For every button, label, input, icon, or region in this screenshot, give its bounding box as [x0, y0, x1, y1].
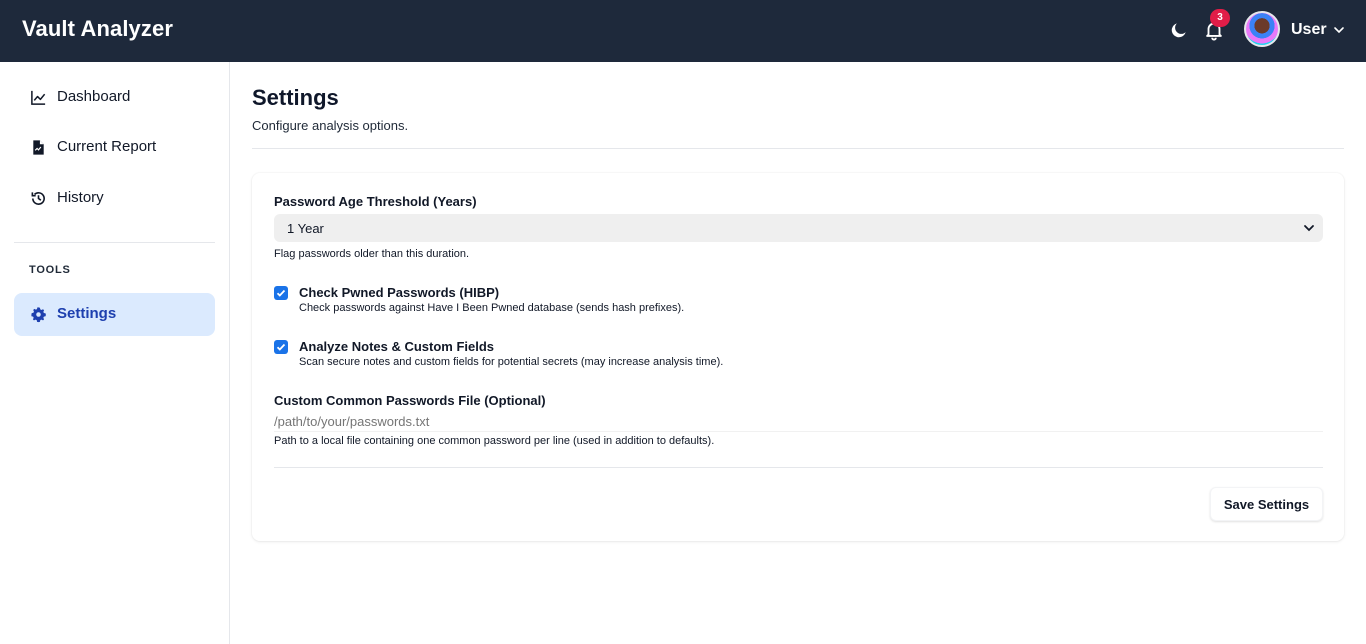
notes-help: Scan secure notes and custom fields for …: [299, 356, 724, 368]
sidebar-item-label: Dashboard: [57, 88, 131, 105]
hibp-help: Check passwords against Have I Been Pwne…: [299, 302, 685, 314]
hibp-checkbox[interactable]: [274, 286, 288, 300]
age-threshold-help: Flag passwords older than this duration.: [274, 248, 470, 260]
avatar[interactable]: [1244, 11, 1280, 47]
history-icon: [31, 192, 45, 205]
save-settings-button[interactable]: Save Settings: [1210, 487, 1323, 521]
app-title: Vault Analyzer: [22, 16, 173, 41]
notes-checkbox[interactable]: [274, 340, 288, 354]
chevron-down-icon[interactable]: [1333, 24, 1345, 36]
chart-line-icon: [31, 90, 46, 105]
custom-file-help: Path to a local file containing one comm…: [274, 435, 715, 447]
gear-icon: [31, 307, 46, 323]
top-bar: Vault Analyzer 3 User: [0, 0, 1366, 62]
file-report-icon: [33, 140, 44, 155]
settings-card: Password Age Threshold (Years) 1 Year Fl…: [252, 173, 1344, 541]
sidebar-item-dashboard[interactable]: Dashboard: [14, 76, 215, 119]
chevron-down-icon: [1304, 225, 1314, 232]
header-divider: [252, 148, 1344, 149]
sidebar: Dashboard Current Report History TOOLS S…: [0, 62, 230, 644]
sidebar-item-history[interactable]: History: [14, 177, 215, 220]
age-threshold-label: Password Age Threshold (Years): [274, 194, 477, 209]
sidebar-item-settings[interactable]: Settings: [14, 293, 215, 336]
main-content: Settings Configure analysis options. Pas…: [230, 62, 1366, 644]
sidebar-item-label: Settings: [57, 305, 117, 322]
sidebar-item-label: Current Report: [57, 138, 157, 155]
card-divider: [274, 467, 1323, 468]
age-threshold-select[interactable]: 1 Year: [274, 214, 1323, 242]
check-icon: [276, 289, 286, 297]
notification-badge: 3: [1210, 9, 1230, 27]
user-menu-label[interactable]: User: [1291, 21, 1327, 39]
custom-file-label: Custom Common Passwords File (Optional): [274, 393, 546, 408]
sidebar-item-current-report[interactable]: Current Report: [14, 126, 215, 169]
sidebar-divider: [14, 242, 215, 243]
custom-file-input[interactable]: [274, 412, 1323, 432]
page-subtitle: Configure analysis options.: [252, 118, 409, 133]
hibp-label: Check Pwned Passwords (HIBP): [299, 285, 500, 300]
age-threshold-value: 1 Year: [287, 220, 324, 236]
notes-label: Analyze Notes & Custom Fields: [299, 339, 495, 354]
check-icon: [276, 343, 286, 351]
sidebar-item-label: History: [57, 189, 104, 206]
sidebar-section-label: TOOLS: [29, 264, 71, 276]
moon-icon[interactable]: [1169, 20, 1189, 40]
page-title: Settings: [252, 85, 339, 110]
